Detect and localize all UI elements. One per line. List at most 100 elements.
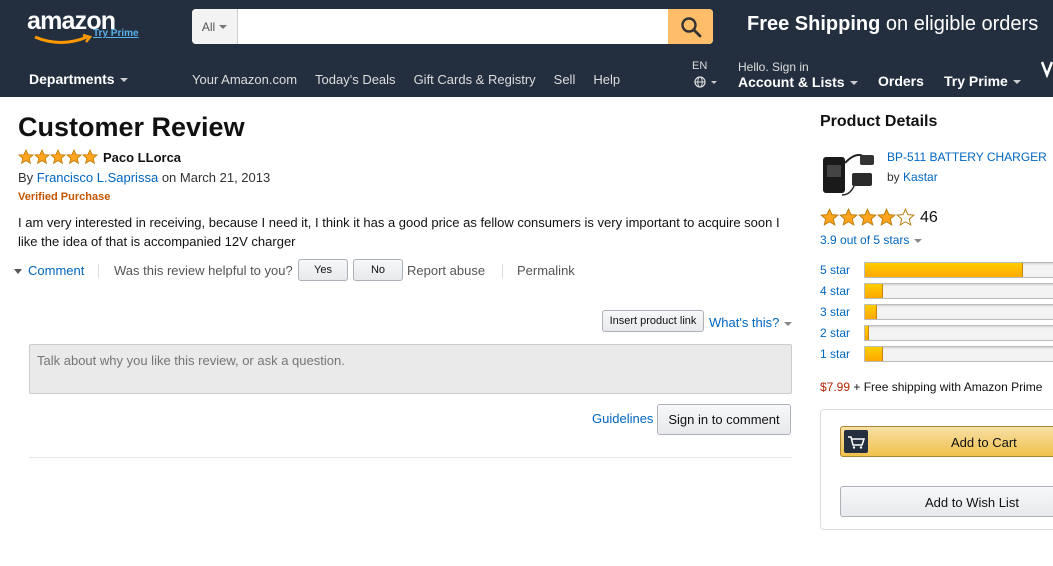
comment-textarea[interactable]	[29, 344, 792, 394]
helpful-no-button[interactable]: No	[353, 259, 403, 281]
try-prime-label: Try Prime	[944, 73, 1008, 89]
histogram-row-5[interactable]: 5 star	[820, 262, 1053, 278]
histogram-fill	[865, 347, 883, 361]
chevron-down-icon	[784, 321, 793, 326]
histogram-fill	[865, 284, 883, 298]
nav-link-your-amazon[interactable]: Your Amazon.com	[192, 72, 297, 87]
star-icon	[18, 149, 34, 165]
chevron-down-icon	[914, 238, 923, 243]
buy-box: Add to Cart Add to Wish List	[820, 409, 1053, 530]
review-body-line: I am very interested in receiving, becau…	[18, 215, 780, 230]
departments-menu[interactable]: Departments	[29, 71, 128, 87]
price-line: $7.99 + Free shipping with Amazon Prime	[820, 380, 1042, 394]
review-date: on March 21, 2013	[161, 170, 271, 185]
report-abuse-link[interactable]: Report abuse	[407, 263, 485, 278]
search-button[interactable]	[668, 9, 713, 44]
insert-product-link-button[interactable]: Insert product link	[602, 310, 704, 332]
chevron-down-icon	[1012, 80, 1021, 85]
histogram-bar	[864, 304, 1053, 320]
departments-label: Departments	[29, 71, 115, 87]
account-menu[interactable]: Hello. Sign in Account & Lists	[738, 60, 858, 90]
rating-summary-link[interactable]: 3.9 out of 5 stars	[820, 233, 923, 247]
guidelines-link[interactable]: Guidelines	[592, 411, 653, 426]
histogram-fill	[865, 263, 1024, 277]
permalink-link[interactable]: Permalink	[517, 263, 575, 278]
histogram-row-3[interactable]: 3 star	[820, 304, 1053, 320]
account-greeting: Hello. Sign in	[738, 60, 809, 74]
chevron-down-icon	[849, 81, 858, 86]
histogram-label: 5 star	[820, 263, 851, 277]
search-category-select[interactable]: All	[192, 9, 238, 44]
review-author-link[interactable]: Francisco L.Saprissa	[37, 170, 158, 185]
yes-label: Yes	[314, 264, 332, 276]
nav-link-help[interactable]: Help	[593, 72, 620, 87]
globe-icon	[694, 76, 717, 88]
verified-purchase-badge: Verified Purchase	[18, 191, 111, 203]
product-name-link[interactable]: BP-511 BATTERY CHARGER	[887, 150, 1047, 164]
histogram-label: 4 star	[820, 284, 851, 298]
star-icon	[896, 208, 915, 226]
add-to-cart-button[interactable]: Add to Cart	[840, 426, 1053, 457]
free-shipping-promo[interactable]: Free Shipping on eligible orders	[747, 13, 1038, 36]
try-prime-menu[interactable]: Try Prime	[944, 73, 1021, 89]
histogram-label: 2 star	[820, 326, 851, 340]
whats-this-link[interactable]: What's this?	[709, 315, 793, 330]
product-thumbnail[interactable]	[820, 143, 878, 199]
account-label: Account & Lists	[738, 74, 845, 90]
brand-link[interactable]: Kastar	[903, 170, 938, 184]
comment-toggle[interactable]: Comment	[14, 263, 84, 278]
review-actions: Comment Was this review helpful to you? …	[14, 259, 794, 281]
histogram-bar	[864, 325, 1053, 341]
search-category-label: All	[201, 19, 216, 34]
whats-this-label: What's this?	[709, 315, 780, 330]
star-icon	[877, 208, 896, 226]
cart-edge-icon[interactable]	[1040, 60, 1053, 78]
sign-in-label: Sign in to comment	[668, 412, 780, 427]
add-to-wish-list-label: Add to Wish List	[925, 495, 1019, 510]
divider	[29, 457, 792, 458]
byline-by: By	[18, 170, 34, 185]
logo-try-prime-link[interactable]: Try Prime	[93, 28, 139, 39]
promo-bold-text: Free Shipping	[747, 13, 881, 35]
divider	[98, 264, 99, 278]
star-icon	[50, 149, 66, 165]
sign-in-to-comment-button[interactable]: Sign in to comment	[657, 404, 791, 435]
language-globe[interactable]	[694, 75, 718, 93]
search-icon	[680, 16, 701, 37]
product-brand: by Kastar	[887, 170, 938, 184]
review-headline: Paco LLorca	[103, 150, 182, 165]
histogram-row-2[interactable]: 2 star	[820, 325, 1053, 341]
review-body-line: like the idea of that is accompanied 12V…	[18, 234, 296, 249]
search-bar: All	[192, 9, 713, 44]
star-icon	[34, 149, 50, 165]
histogram-bar	[864, 262, 1053, 278]
histogram-label: 3 star	[820, 305, 851, 319]
product-by-label: by	[887, 170, 900, 184]
search-input[interactable]	[239, 9, 667, 44]
nav-link-todays-deals[interactable]: Today's Deals	[315, 72, 396, 87]
nav-link-sell[interactable]: Sell	[554, 72, 576, 87]
amazon-logo[interactable]: amazon Try Prime	[27, 7, 157, 45]
language-selector[interactable]: EN	[692, 60, 707, 72]
nav-links: Your Amazon.com Today's Deals Gift Cards…	[192, 72, 638, 87]
rating-summary-label: 3.9 out of 5 stars	[820, 233, 910, 247]
histogram-bar	[864, 346, 1053, 362]
add-to-wish-list-button[interactable]: Add to Wish List	[840, 486, 1053, 517]
helpful-yes-button[interactable]: Yes	[298, 259, 348, 281]
orders-link[interactable]: Orders	[878, 73, 924, 89]
helpful-question: Was this review helpful to you?	[114, 263, 293, 278]
review-byline: By Francisco L.Saprissa on March 21, 201…	[18, 170, 270, 185]
comment-link-label: Comment	[28, 263, 85, 278]
star-icon	[820, 208, 839, 226]
product-review-count[interactable]: 46	[920, 209, 938, 227]
histogram-row-4[interactable]: 4 star	[820, 283, 1053, 299]
product-star-rating[interactable]	[820, 208, 915, 227]
histogram-row-1[interactable]: 1 star	[820, 346, 1053, 362]
no-label: No	[370, 264, 386, 276]
histogram-fill	[865, 305, 877, 319]
nav-link-gift-cards[interactable]: Gift Cards & Registry	[414, 72, 536, 87]
star-icon	[839, 208, 858, 226]
histogram-fill	[865, 326, 869, 340]
triangle-down-icon	[14, 269, 22, 275]
divider	[502, 264, 503, 278]
